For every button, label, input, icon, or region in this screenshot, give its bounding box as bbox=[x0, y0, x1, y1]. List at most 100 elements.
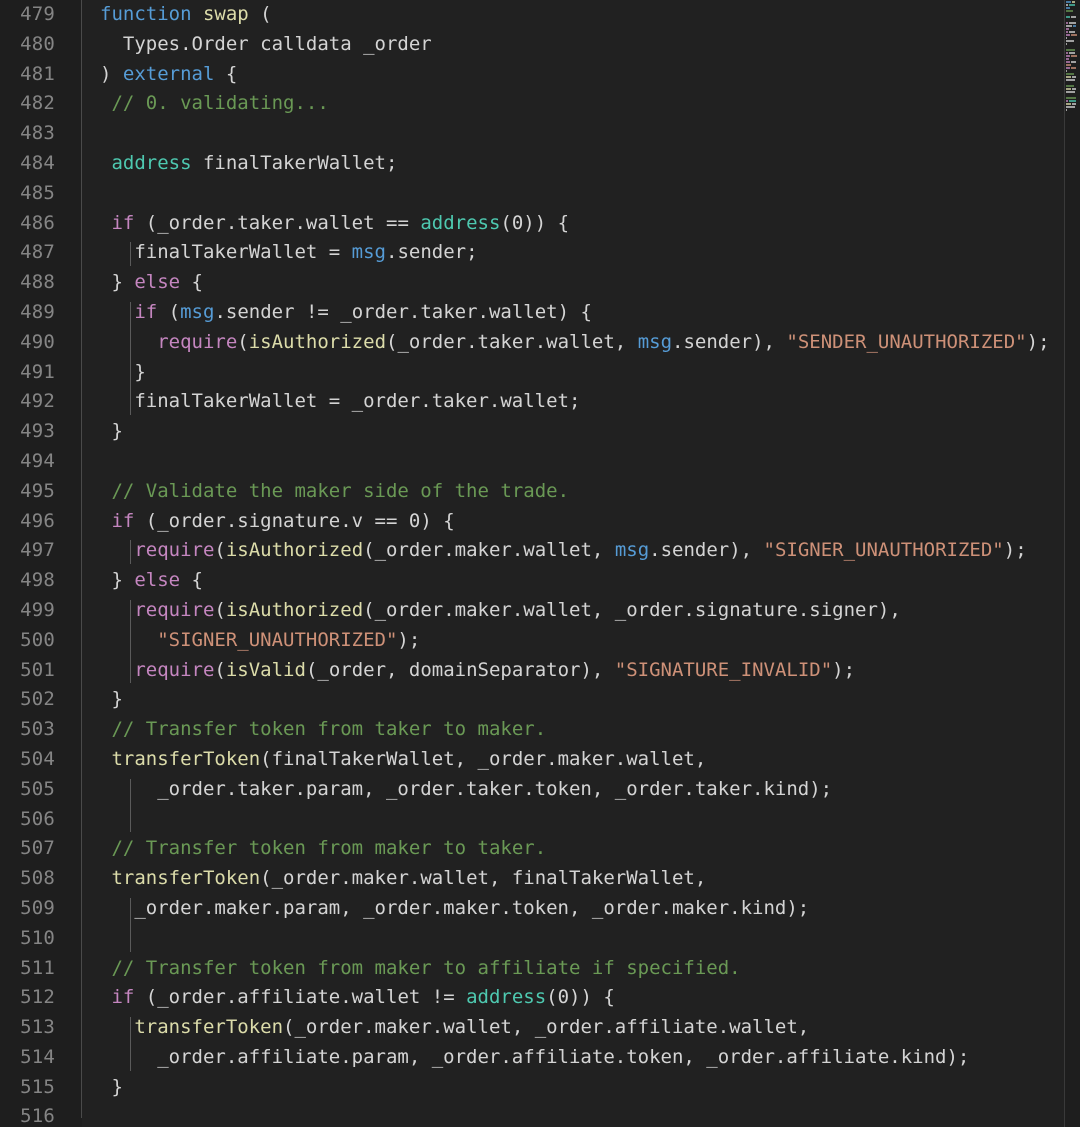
line-number: 480 bbox=[20, 32, 55, 55]
code-line[interactable]: // Transfer token from maker to affiliat… bbox=[100, 954, 1080, 984]
code-line[interactable] bbox=[100, 179, 1080, 209]
code-line[interactable] bbox=[100, 119, 1080, 149]
code-line[interactable]: } bbox=[100, 685, 1080, 715]
line-number: 501 bbox=[20, 658, 55, 681]
code-token: } bbox=[100, 420, 123, 443]
code-token: address bbox=[466, 986, 547, 1009]
line-number: 482 bbox=[20, 92, 55, 115]
code-line[interactable]: function swap ( bbox=[100, 0, 1080, 30]
code-line-list[interactable]: function swap ( Types.Order calldata _or… bbox=[82, 0, 1080, 1127]
code-line[interactable]: require(isAuthorized(_order.taker.wallet… bbox=[100, 328, 1080, 358]
code-line[interactable]: if (_order.taker.wallet == address(0)) { bbox=[100, 209, 1080, 239]
minimap-segment bbox=[1072, 0, 1075, 3]
code-token: ( bbox=[214, 598, 226, 621]
minimap-segment bbox=[1071, 66, 1076, 69]
code-token: transferToken bbox=[134, 1016, 284, 1039]
minimap[interactable] bbox=[1064, 0, 1080, 1127]
code-token: (_order.maker.wallet, finalTakerWallet, bbox=[260, 867, 707, 890]
code-token: (_order, domainSeparator), bbox=[305, 658, 615, 681]
code-line[interactable]: } else { bbox=[100, 566, 1080, 596]
code-line[interactable]: require(isAuthorized(_order.maker.wallet… bbox=[100, 536, 1080, 566]
code-editor[interactable]: 479 480 481 482 483 484 485 486 487 488 489 490 491 4… bbox=[0, 0, 1080, 1127]
minimap-segment bbox=[1066, 72, 1074, 75]
code-token: isAuthorized bbox=[248, 330, 387, 353]
line-number: 495 bbox=[20, 479, 55, 502]
code-line[interactable]: _order.taker.param, _order.taker.token, … bbox=[100, 775, 1080, 805]
line-number: 492 bbox=[20, 390, 55, 413]
code-line[interactable]: } bbox=[100, 417, 1080, 447]
code-line[interactable] bbox=[100, 447, 1080, 477]
minimap-segment bbox=[1066, 33, 1070, 36]
code-line[interactable]: ) external { bbox=[100, 60, 1080, 90]
line-number: 493 bbox=[20, 420, 55, 443]
code-line[interactable]: // Transfer token from maker to taker. bbox=[100, 834, 1080, 864]
code-line[interactable]: finalTakerWallet = _order.taker.wallet; bbox=[100, 387, 1080, 417]
code-token: (finalTakerWallet, _order.maker.wallet, bbox=[260, 747, 707, 770]
code-token: // Transfer token from maker to taker. bbox=[111, 837, 547, 860]
line-number: 494 bbox=[20, 449, 55, 472]
code-token: } bbox=[100, 271, 135, 294]
line-number: 507 bbox=[20, 837, 55, 860]
code-line[interactable]: Types.Order calldata _order bbox=[100, 30, 1080, 60]
code-line[interactable] bbox=[100, 1102, 1080, 1127]
line-number: 512 bbox=[20, 986, 55, 1009]
code-line[interactable]: "SIGNER_UNAUTHORIZED"); bbox=[100, 626, 1080, 656]
code-line[interactable]: transferToken(_order.maker.wallet, final… bbox=[100, 864, 1080, 894]
code-line[interactable]: address finalTakerWallet; bbox=[100, 149, 1080, 179]
code-line[interactable]: if (_order.signature.v == 0) { bbox=[100, 507, 1080, 537]
code-line[interactable]: if (msg.sender != _order.taker.wallet) { bbox=[100, 298, 1080, 328]
code-line[interactable]: require(isAuthorized(_order.maker.wallet… bbox=[100, 596, 1080, 626]
line-number: 505 bbox=[20, 777, 55, 800]
code-line[interactable] bbox=[100, 924, 1080, 954]
line-number: 479 bbox=[20, 3, 55, 25]
minimap-row bbox=[1065, 111, 1080, 114]
minimap-segment bbox=[1066, 27, 1069, 30]
minimap-segment bbox=[1069, 99, 1076, 102]
code-token: msg bbox=[614, 539, 650, 562]
code-line[interactable] bbox=[100, 805, 1080, 835]
minimap-segment bbox=[1066, 39, 1074, 42]
code-token: require bbox=[157, 330, 238, 353]
code-line[interactable]: // 0. validating... bbox=[100, 89, 1080, 119]
minimap-segment bbox=[1072, 75, 1076, 78]
code-line[interactable]: transferToken(finalTakerWallet, _order.m… bbox=[100, 745, 1080, 775]
code-token: else bbox=[134, 569, 181, 592]
code-token: finalTakerWallet = bbox=[100, 241, 352, 264]
code-line[interactable]: finalTakerWallet = msg.sender; bbox=[100, 238, 1080, 268]
minimap-segment bbox=[1066, 96, 1076, 99]
code-line[interactable]: if (_order.affiliate.wallet != address(0… bbox=[100, 983, 1080, 1013]
code-line[interactable]: } else { bbox=[100, 268, 1080, 298]
minimap-segment bbox=[1066, 63, 1071, 66]
code-line[interactable]: } bbox=[100, 358, 1080, 388]
code-token: } bbox=[100, 688, 123, 711]
code-line[interactable]: require(isValid(_order, domainSeparator)… bbox=[100, 656, 1080, 686]
minimap-segment bbox=[1071, 33, 1077, 36]
line-number: 509 bbox=[20, 896, 55, 919]
line-number: 491 bbox=[20, 360, 55, 383]
code-token: if bbox=[111, 211, 135, 234]
line-number: 496 bbox=[20, 509, 55, 532]
minimap-segment bbox=[1066, 54, 1070, 57]
line-number: 499 bbox=[20, 598, 55, 621]
code-token: ); bbox=[397, 628, 421, 651]
code-token: .sender), bbox=[649, 539, 764, 562]
code-line[interactable]: } bbox=[100, 1073, 1080, 1103]
code-token: transferToken bbox=[111, 867, 261, 890]
code-token: // 0. validating... bbox=[111, 92, 329, 115]
code-token: require bbox=[134, 539, 215, 562]
code-content-area[interactable]: function swap ( Types.Order calldata _or… bbox=[82, 0, 1080, 1127]
code-line[interactable]: _order.maker.param, _order.maker.token, … bbox=[100, 894, 1080, 924]
code-line[interactable]: // Validate the maker side of the trade. bbox=[100, 477, 1080, 507]
code-line[interactable]: // Transfer token from taker to maker. bbox=[100, 715, 1080, 745]
code-token: (_order.signature.v == 0) { bbox=[134, 509, 455, 532]
code-line[interactable]: _order.affiliate.param, _order.affiliate… bbox=[100, 1043, 1080, 1073]
code-token: isAuthorized bbox=[225, 539, 364, 562]
code-token: "SIGNER_UNAUTHORIZED" bbox=[157, 628, 398, 651]
code-line[interactable]: transferToken(_order.maker.wallet, _orde… bbox=[100, 1013, 1080, 1043]
